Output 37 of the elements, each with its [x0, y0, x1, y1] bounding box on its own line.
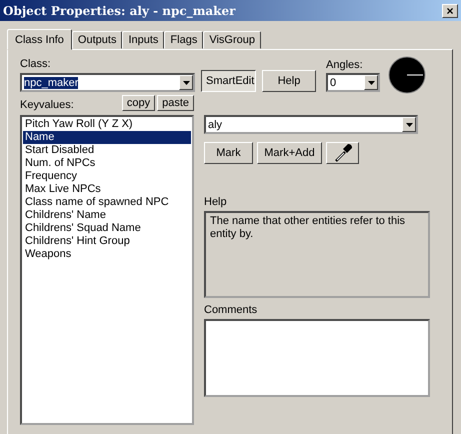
keyvalue-item[interactable]: Num. of NPCs [23, 157, 191, 170]
keyvalue-item[interactable]: Start Disabled [23, 144, 191, 157]
window-title: Object Properties: aly - npc_maker [3, 4, 236, 18]
keyvalue-item[interactable]: Frequency [23, 170, 191, 183]
keyvalues-label: Keyvalues: [20, 99, 74, 111]
tab[interactable]: VisGroup [203, 31, 261, 49]
keyvalue-item[interactable]: Weapons [23, 248, 191, 261]
keyvalue-item[interactable]: Pitch Yaw Roll (Y Z X) [23, 118, 191, 131]
smartedit-button[interactable]: SmartEdit [201, 70, 256, 92]
angles-combo-box[interactable]: 0 [326, 73, 380, 92]
mark-add-button[interactable]: Mark+Add [257, 142, 322, 164]
eyedropper-icon [332, 143, 352, 163]
angle-dial-icon[interactable] [388, 56, 426, 94]
mark-button[interactable]: Mark [204, 142, 253, 164]
paste-button[interactable]: paste [157, 95, 194, 111]
keyvalue-item[interactable]: Max Live NPCs [23, 183, 191, 196]
tab[interactable]: Outputs [72, 31, 122, 49]
keyvalue-item[interactable]: Childrens' Hint Group [23, 235, 191, 248]
close-button[interactable]: × [442, 4, 458, 18]
tab[interactable]: Inputs [122, 31, 164, 49]
copy-button[interactable]: copy [122, 95, 156, 111]
comments-label: Comments [204, 304, 258, 316]
help-button[interactable]: Help [262, 70, 316, 92]
eyedropper-button[interactable] [326, 142, 359, 164]
keyvalue-item[interactable]: Class name of spawned NPC [23, 196, 191, 209]
keyvalue-item[interactable]: Name [23, 131, 191, 144]
help-text: The name that other entities refer to this entity by. [204, 211, 430, 298]
comments-field[interactable] [204, 319, 430, 397]
tab[interactable]: Flags [164, 31, 204, 49]
class-combo-box[interactable]: npc_maker [20, 73, 195, 92]
value-combo-box[interactable]: aly [204, 115, 418, 134]
keyvalue-item[interactable]: Childrens' Name [23, 209, 191, 222]
help-label: Help [204, 196, 228, 208]
angles-label: Angles: [326, 59, 364, 71]
class-label: Class: [20, 58, 52, 70]
keyvalue-item[interactable]: Childrens' Squad Name [23, 222, 191, 235]
tab[interactable]: Class Info [7, 29, 72, 50]
